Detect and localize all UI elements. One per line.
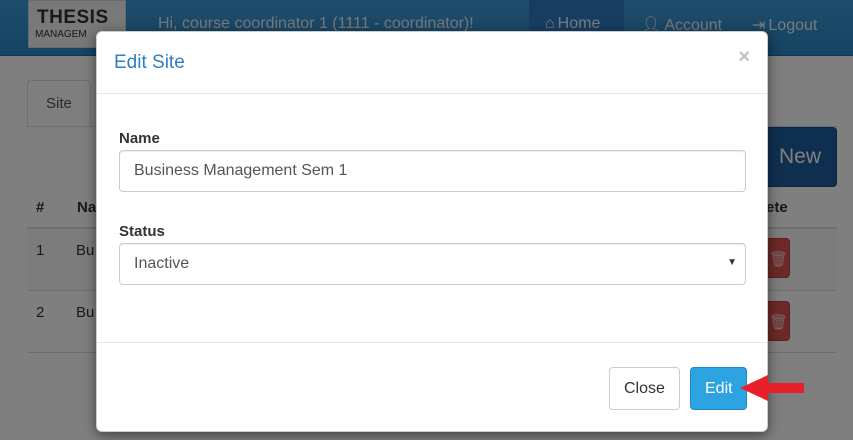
annotation-arrow-icon [740, 375, 804, 401]
status-select-value: Inactive [134, 255, 190, 272]
name-label: Name [119, 130, 160, 147]
modal-footer-divider [97, 342, 767, 343]
name-input-value: Business Management Sem 1 [134, 162, 348, 179]
close-button-label: Close [624, 380, 665, 397]
modal-title: Edit Site [114, 52, 185, 73]
status-select[interactable]: Inactive ▼ [119, 243, 746, 285]
edit-button-label: Edit [705, 380, 733, 397]
name-input[interactable]: Business Management Sem 1 [119, 150, 746, 192]
close-button[interactable]: Close [609, 367, 680, 410]
modal-header: Edit Site × [97, 32, 767, 94]
status-label: Status [119, 223, 165, 240]
caret-down-icon: ▼ [727, 257, 737, 268]
close-icon[interactable]: × [738, 46, 750, 69]
edit-site-modal: Edit Site × Name Business Management Sem… [96, 31, 768, 432]
